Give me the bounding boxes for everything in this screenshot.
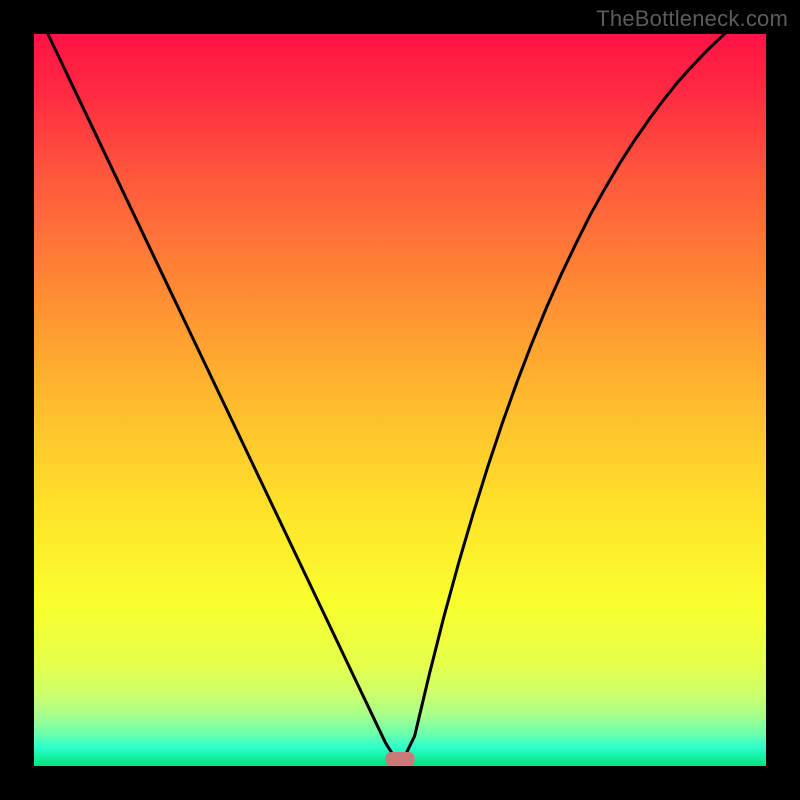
chart-frame: TheBottleneck.com <box>0 0 800 800</box>
watermark-label: TheBottleneck.com <box>596 6 788 32</box>
gradient-background <box>34 34 766 766</box>
bottleneck-chart <box>0 0 800 800</box>
minimum-marker <box>385 752 414 766</box>
